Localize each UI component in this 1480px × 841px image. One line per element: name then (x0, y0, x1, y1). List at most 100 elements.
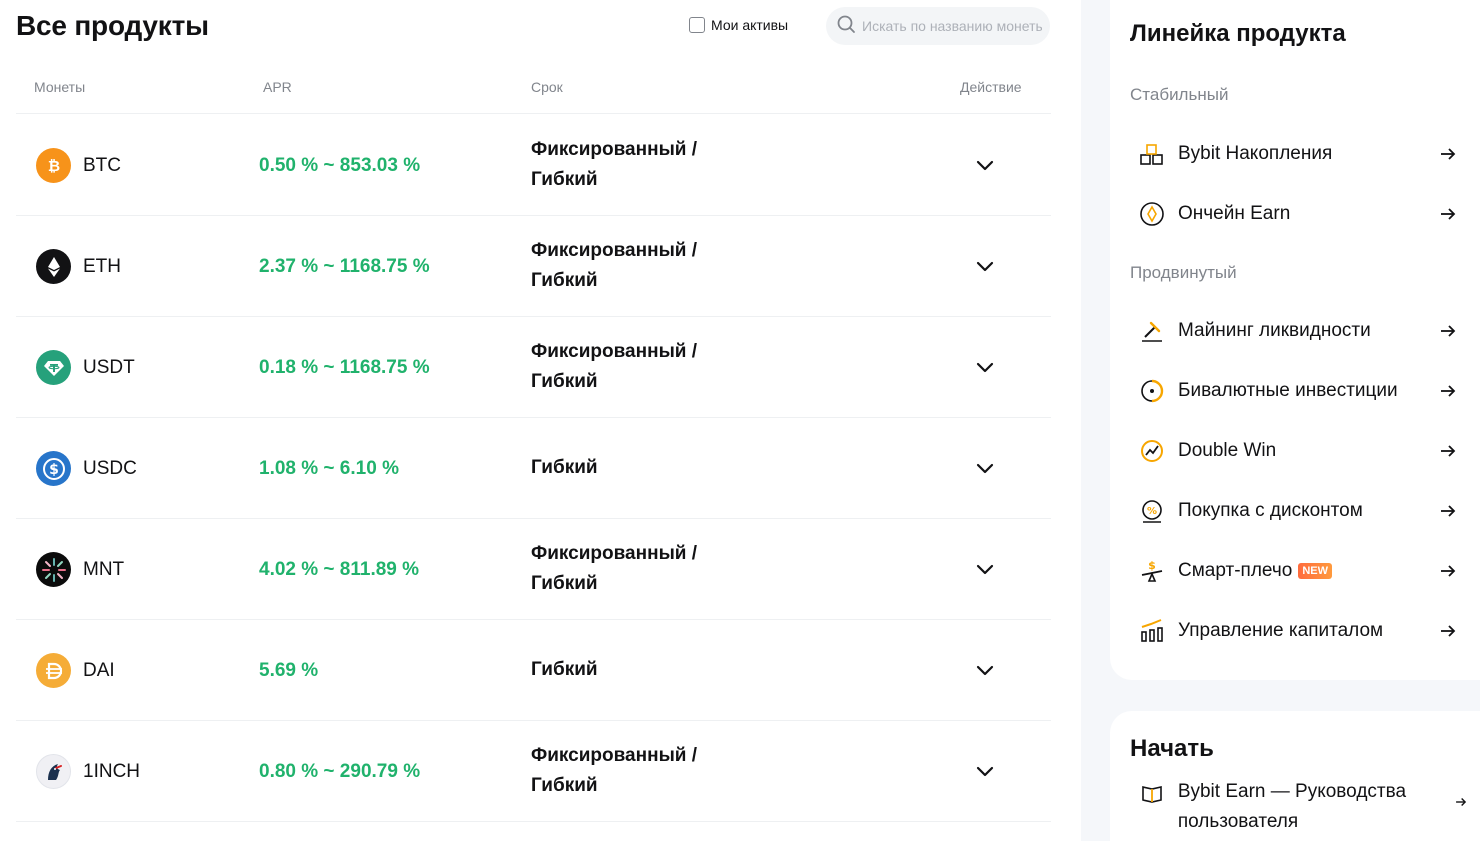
column-apr: APR (263, 79, 292, 95)
svg-text:$: $ (49, 462, 59, 478)
menu-item-label: Бивалютные инвестиции (1178, 380, 1398, 401)
products-panel: Все продукты Мои активы Монеты APR Срок … (0, 0, 1080, 841)
btc-icon: ₿ (36, 148, 71, 183)
onchain-icon (1138, 200, 1166, 228)
discount-icon: % (1138, 497, 1166, 525)
mining-icon (1138, 317, 1166, 345)
coin-name: DAI (83, 660, 115, 681)
menu-item-smart-leverage[interactable]: $ Смарт-плечо NEW (1138, 551, 1458, 591)
svg-text:$: $ (1148, 559, 1156, 572)
arrow-right-icon (1441, 148, 1456, 160)
coin-name: MNT (83, 559, 125, 580)
table-row[interactable]: $ USDC 1.08 % ~ 6.10 % Гибкий (16, 418, 1051, 519)
dual-currency-icon (1138, 377, 1166, 405)
lineup-title: Линейка продукта (1130, 20, 1346, 47)
stable-section-label: Стабильный (1130, 85, 1229, 104)
search-box[interactable] (826, 7, 1050, 45)
term-value: Фиксированный / Гибкий (531, 337, 751, 397)
term-line: Гибкий (531, 659, 598, 680)
menu-item-label: Смарт-плечо (1178, 560, 1293, 581)
apr-value: 0.80 % ~ 290.79 % (259, 761, 421, 782)
arrow-right-icon (1441, 565, 1456, 577)
menu-item-wealth-management[interactable]: Управление капиталом (1138, 611, 1458, 651)
term-line: Фиксированный / (531, 139, 698, 160)
arrow-right-icon (1441, 325, 1456, 337)
search-input[interactable] (862, 18, 1042, 34)
term-line: Фиксированный / (531, 341, 698, 362)
double-win-icon (1138, 437, 1166, 465)
user-guide-link[interactable]: Bybit Earn — Руководства пользователя (1138, 777, 1468, 837)
menu-item-discount-buy[interactable]: % Покупка с дисконтом (1138, 491, 1458, 531)
wealth-management-icon (1138, 617, 1166, 645)
table-row[interactable]: MNT 4.02 % ~ 811.89 % Фиксированный / Ги… (16, 519, 1051, 620)
arrow-right-icon (1441, 208, 1456, 220)
menu-item-label: Покупка с дисконтом (1178, 500, 1363, 521)
chevron-down-icon[interactable] (971, 454, 999, 482)
term-line: Фиксированный / (531, 745, 698, 766)
term-value: Фиксированный / Гибкий (531, 236, 751, 296)
term-value: Фиксированный / Гибкий (531, 135, 751, 195)
arrow-right-icon (1441, 505, 1456, 517)
table-row[interactable]: USDT 0.18 % ~ 1168.75 % Фиксированный / … (16, 317, 1051, 418)
arrow-right-icon (1441, 445, 1456, 457)
term-line: Гибкий (531, 371, 598, 392)
menu-item-label: Майнинг ликвидности (1178, 320, 1371, 341)
menu-item-savings[interactable]: Bybit Накопления (1138, 134, 1458, 174)
usdc-icon: $ (36, 451, 71, 486)
dai-icon (36, 653, 71, 688)
term-line: Гибкий (531, 775, 598, 796)
mnt-icon (36, 552, 71, 587)
product-lineup-card: Линейка продукта Стабильный Bybit Накопл… (1110, 0, 1480, 680)
apr-value: 0.50 % ~ 853.03 % (259, 155, 421, 176)
term-line: Гибкий (531, 270, 598, 291)
my-assets-checkbox[interactable] (689, 17, 705, 33)
getting-started-card: Начать Bybit Earn — Руководства пользова… (1110, 711, 1480, 841)
coin-name: USDT (83, 357, 135, 378)
chevron-down-icon[interactable] (971, 656, 999, 684)
smart-leverage-icon: $ (1138, 557, 1166, 585)
apr-value: 2.37 % ~ 1168.75 % (259, 256, 430, 277)
term-line: Гибкий (531, 457, 598, 478)
menu-item-label: Bybit Накопления (1178, 143, 1333, 164)
table-row[interactable]: DAI 5.69 % Гибкий (16, 620, 1051, 721)
menu-item-label: Ончейн Earn (1178, 203, 1291, 224)
menu-item-liquidity-mining[interactable]: Майнинг ликвидности (1138, 311, 1458, 351)
apr-value: 0.18 % ~ 1168.75 % (259, 357, 430, 378)
table-row[interactable]: ₿ BTC 0.50 % ~ 853.03 % Фиксированный / … (16, 115, 1051, 216)
page-title: Все продукты (16, 10, 209, 41)
menu-item-label: Double Win (1178, 440, 1277, 461)
my-assets-toggle[interactable]: Мои активы (689, 17, 788, 33)
my-assets-label: Мои активы (711, 17, 789, 33)
coin-name: USDC (83, 458, 137, 479)
menu-item-double-win[interactable]: Double Win (1138, 431, 1458, 471)
term-line: Фиксированный / (531, 240, 698, 261)
table-row[interactable]: ETH 2.37 % ~ 1168.75 % Фиксированный / Г… (16, 216, 1051, 317)
menu-item-dual-currency[interactable]: Бивалютные инвестиции (1138, 371, 1458, 411)
eth-icon (36, 249, 71, 284)
svg-text:%: % (1147, 506, 1157, 517)
chevron-down-icon[interactable] (971, 151, 999, 179)
start-title: Начать (1130, 735, 1214, 762)
term-line: Гибкий (531, 573, 598, 594)
apr-value: 4.02 % ~ 811.89 % (259, 559, 420, 580)
chevron-down-icon[interactable] (971, 555, 999, 583)
arrow-right-icon (1441, 385, 1456, 397)
table-row[interactable]: 1INCH 0.80 % ~ 290.79 % Фиксированный / … (16, 721, 1051, 822)
term-line: Гибкий (531, 169, 598, 190)
chevron-down-icon[interactable] (971, 353, 999, 381)
term-value: Фиксированный / Гибкий (531, 539, 751, 599)
column-action: Действие (960, 79, 1022, 95)
search-icon (836, 14, 856, 39)
apr-value: 5.69 % (259, 660, 319, 681)
book-icon (1138, 779, 1166, 807)
coin-name: ETH (83, 256, 121, 277)
chevron-down-icon[interactable] (971, 252, 999, 280)
term-value: Фиксированный / Гибкий (531, 741, 751, 801)
column-coins: Монеты (34, 79, 86, 95)
arrow-right-icon (1456, 798, 1467, 806)
chevron-down-icon[interactable] (971, 757, 999, 785)
savings-icon (1138, 140, 1166, 168)
table-header: Монеты APR Срок Действие (16, 62, 1051, 114)
menu-item-label: Управление капиталом (1178, 620, 1384, 641)
menu-item-onchain-earn[interactable]: Ончейн Earn (1138, 194, 1458, 234)
